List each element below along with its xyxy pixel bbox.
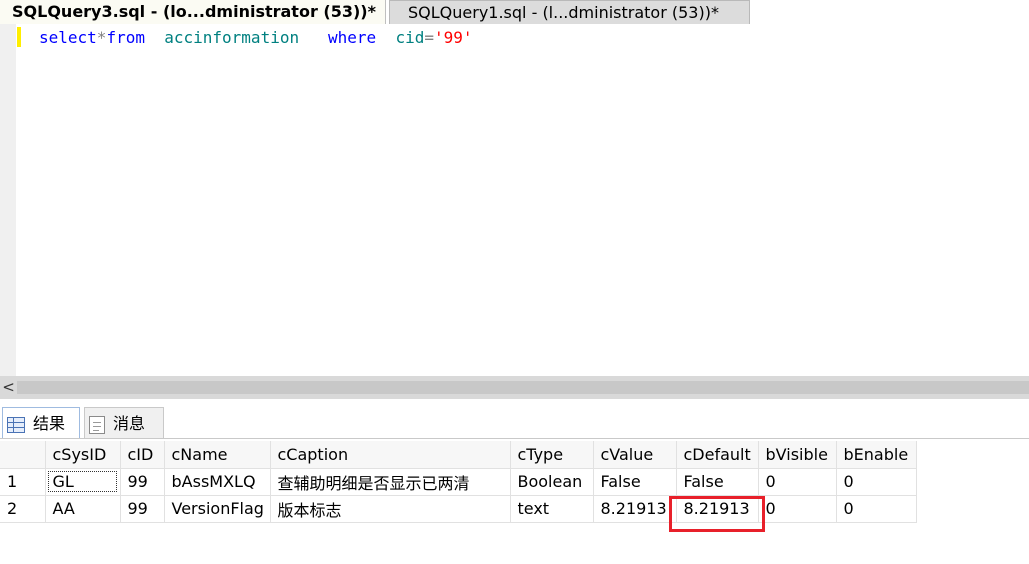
column-header[interactable]: cDefault (676, 441, 759, 469)
table-cell[interactable]: GL (45, 468, 121, 496)
tab-sqlquery1[interactable]: SQLQuery1.sql - (l...dministrator (53))* (389, 0, 750, 24)
column-name: cid (395, 28, 425, 47)
results-grid[interactable]: cSysID cID cName cCaption cType cValue c… (0, 441, 917, 523)
column-header[interactable]: cType (510, 441, 594, 469)
query-tab-bar: SQLQuery3.sql - (lo...dministrator (53))… (0, 0, 1029, 24)
scroll-thumb[interactable] (17, 381, 1029, 394)
horizontal-scrollbar[interactable]: < (0, 376, 1029, 399)
tab-messages-label: 消息 (113, 414, 146, 433)
table-row[interactable]: 1 GL 99 bAssMXLQ 查辅助明细是否显示已两清 Boolean Fa… (0, 468, 917, 496)
tab-results[interactable]: 结果 (2, 407, 80, 439)
column-header[interactable]: cID (120, 441, 165, 469)
tab-messages[interactable]: 消息 (84, 407, 164, 439)
table-cell[interactable]: bAssMXLQ (164, 468, 271, 496)
keyword-select: select (39, 28, 97, 47)
column-header[interactable]: cCaption (270, 441, 511, 469)
table-cell[interactable]: text (510, 495, 594, 523)
table-cell[interactable]: AA (45, 495, 121, 523)
table-cell[interactable]: 0 (836, 495, 917, 523)
table-cell[interactable]: 8.21913 (593, 495, 677, 523)
table-cell[interactable]: 0 (758, 495, 837, 523)
message-icon (89, 415, 105, 434)
change-marker (17, 27, 21, 47)
table-cell[interactable]: 8.21913 (676, 495, 759, 523)
tab-results-label: 结果 (33, 414, 66, 433)
keyword-where: where (328, 28, 377, 47)
scroll-left-icon[interactable]: < (0, 376, 17, 399)
column-header[interactable]: cName (164, 441, 271, 469)
row-number[interactable]: 1 (0, 468, 46, 496)
table-cell[interactable]: 99 (120, 468, 165, 496)
tab-divider (0, 438, 1029, 439)
table-cell[interactable]: 0 (836, 468, 917, 496)
column-header[interactable]: bEnable (836, 441, 917, 469)
column-header[interactable]: cSysID (45, 441, 121, 469)
operator-star: * (96, 28, 107, 47)
tab-label: SQLQuery3.sql - (lo...dministrator (53))… (12, 2, 376, 21)
table-name: accinformation (164, 28, 300, 47)
column-header[interactable]: cValue (593, 441, 677, 469)
table-cell[interactable]: 99 (120, 495, 165, 523)
table-row[interactable]: 2 AA 99 VersionFlag 版本标志 text 8.21913 8.… (0, 495, 917, 523)
column-header[interactable] (0, 441, 46, 469)
row-number[interactable]: 2 (0, 495, 46, 523)
string-literal: '99' (433, 28, 473, 47)
tab-sqlquery3[interactable]: SQLQuery3.sql - (lo...dministrator (53))… (0, 0, 386, 24)
table-cell[interactable]: 查辅助明细是否显示已两清 (270, 468, 511, 496)
sql-editor[interactable]: select*from accinformation where cid='99… (0, 24, 1029, 376)
table-cell[interactable]: False (593, 468, 677, 496)
table-cell[interactable]: 0 (758, 468, 837, 496)
results-tab-bar: 结果 消息 (0, 407, 1029, 439)
column-header[interactable]: bVisible (758, 441, 837, 469)
table-cell[interactable]: Boolean (510, 468, 594, 496)
table-cell[interactable]: 版本标志 (270, 495, 511, 523)
header-row: cSysID cID cName cCaption cType cValue c… (0, 441, 917, 469)
editor-gutter (0, 24, 16, 376)
grid-icon (7, 416, 25, 433)
tab-label: SQLQuery1.sql - (l...dministrator (53))* (408, 3, 719, 22)
table-cell[interactable]: VersionFlag (164, 495, 271, 523)
keyword-from: from (106, 28, 145, 47)
operator-equals: = (424, 28, 434, 47)
code-line[interactable]: select*from accinformation where cid='99… (39, 27, 473, 49)
table-cell[interactable]: False (676, 468, 759, 496)
